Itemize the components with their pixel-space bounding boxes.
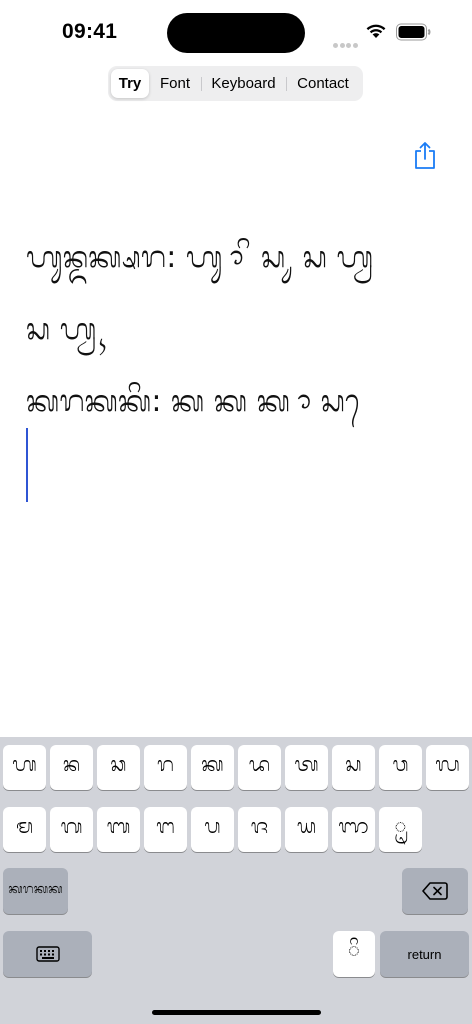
text-editor[interactable]: ᬳᬸᬦ᭄ᬤᬓ᭄ᬱᬭ: ᬳᬸ ᬵ ᬶ ᬲ ᬸ ᬲ ᬳ᭄ᬯ ᬲ ᬳ᭄ᬯ ᬹ ᬓᬭᬓᬓ… (26, 222, 446, 438)
key-nga[interactable]: ᬗ (144, 807, 187, 852)
balinese-keyboard: ᬳ ᬦ ᬘ ᬭ ᬓ ᬤ ᬢ ᬲ ᬯ ᬮ ᬫ ᬕ ᬩ ᬗ ᬧ ᬚ ᬬ ᬜ ᬺ ᬓᬭ… (0, 737, 472, 1024)
key-vowel-sign[interactable]: ᬺ (379, 807, 422, 852)
tab-contact[interactable]: Contact (286, 69, 360, 98)
key-vowel-i[interactable]: ᬶ (333, 931, 375, 977)
key-ja[interactable]: ᬚ (238, 807, 281, 852)
key-nya[interactable]: ᬜ (332, 807, 375, 852)
dynamic-island (167, 13, 305, 53)
return-button[interactable]: return (380, 931, 469, 977)
key-ba[interactable]: ᬩ (97, 807, 140, 852)
key-pa[interactable]: ᬧ (191, 807, 234, 852)
editor-line: ᬓᬭᬓᬓᬶ: ᬓ ᬓ ᬓ ᬵ ᬲ ᬾ (26, 384, 368, 419)
key-ca[interactable]: ᬘ (97, 745, 140, 790)
key-ha[interactable]: ᬳ (3, 745, 46, 790)
delete-button[interactable] (402, 868, 468, 914)
key-la[interactable]: ᬮ (426, 745, 469, 790)
key-ra[interactable]: ᬭ (144, 745, 187, 790)
tab-font[interactable]: Font (149, 69, 201, 98)
home-indicator (152, 1010, 321, 1015)
tab-segmented-control: Try Font Keyboard Contact (108, 66, 363, 101)
key-wa[interactable]: ᬯ (379, 745, 422, 790)
text-cursor (26, 428, 28, 502)
key-ma[interactable]: ᬫ (3, 807, 46, 852)
key-ta[interactable]: ᬢ (285, 745, 328, 790)
cellular-signal-icon (333, 33, 359, 48)
editor-line: ᬳᬸᬦ᭄ᬤᬓ᭄ᬱᬭ: ᬳᬸ ᬵ ᬶ ᬲ ᬸ ᬲ ᬳ᭄ᬯ (26, 240, 374, 275)
tab-try[interactable]: Try (111, 69, 149, 98)
switch-layout-button[interactable]: ᬓᬭᬓᬓ (3, 868, 68, 914)
key-ka[interactable]: ᬓ (191, 745, 234, 790)
key-sa[interactable]: ᬲ (332, 745, 375, 790)
keyboard-switch-button[interactable] (3, 931, 92, 977)
status-time: 09:41 (62, 20, 118, 43)
key-ya[interactable]: ᬬ (285, 807, 328, 852)
tab-keyboard[interactable]: Keyboard (201, 69, 286, 98)
key-ga[interactable]: ᬕ (50, 807, 93, 852)
share-icon[interactable] (412, 140, 438, 170)
key-da[interactable]: ᬤ (238, 745, 281, 790)
battery-icon (396, 23, 431, 41)
key-na[interactable]: ᬦ (50, 745, 93, 790)
editor-line: ᬲ ᬳ᭄ᬯ ᬹ (26, 312, 105, 347)
wifi-icon (366, 24, 386, 38)
keyboard-icon (35, 946, 60, 962)
backspace-icon (422, 882, 448, 900)
